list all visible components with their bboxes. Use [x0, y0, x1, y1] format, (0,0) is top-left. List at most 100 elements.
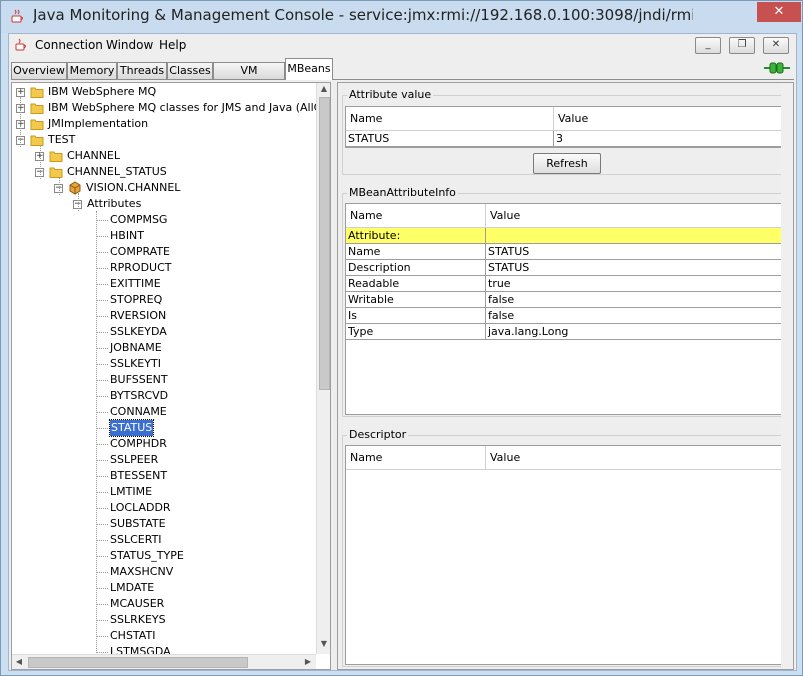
tree-node-attribute[interactable]: SUBSTATE — [12, 516, 316, 532]
tree-node-attribute[interactable]: BTESSENT — [12, 468, 316, 484]
scroll-left-arrow-icon[interactable]: ◀ — [13, 657, 25, 666]
tree-node-attribute[interactable]: SSLPEER — [12, 452, 316, 468]
tree-node-vision-channel[interactable]: VISION.CHANNEL — [12, 180, 316, 196]
col-header-value[interactable]: Value — [486, 446, 786, 470]
details-scrollbar[interactable] — [781, 83, 793, 669]
attribute-value-title: Attribute value — [347, 88, 434, 101]
tree-node-attribute[interactable]: BUFSSENT — [12, 372, 316, 388]
col-header-value[interactable]: Value — [486, 204, 786, 228]
tree-node-label: SSLKEYDA — [110, 325, 167, 338]
tree-node-label: MAXSHCNV — [110, 565, 174, 578]
info-name-cell: Name — [346, 244, 486, 260]
tree-node-label: TEST — [48, 133, 76, 146]
tree-node-channel-status[interactable]: CHANNEL_STATUS — [12, 164, 316, 180]
tree-horizontal-scrollbar[interactable]: ◀ ▶ — [12, 654, 316, 669]
app-window: Java Monitoring & Management Console - s… — [0, 0, 803, 676]
tree-hscroll-thumb[interactable] — [28, 657, 248, 668]
tree-node-attribute[interactable]: MCAUSER — [12, 596, 316, 612]
tree-node-label: COMPRATE — [110, 245, 171, 258]
tab-mbeans[interactable]: MBeans — [285, 58, 333, 80]
tree-node-label: STATUS — [108, 419, 155, 437]
attribute-value-cell[interactable]: 3 — [554, 131, 786, 147]
menu-window[interactable]: Window — [106, 38, 153, 52]
descriptor-group: Descriptor Name Value — [342, 428, 788, 667]
tree-node-label: STATUS_TYPE — [110, 549, 184, 562]
tree-node-attribute[interactable]: RVERSION — [12, 308, 316, 324]
tree-node-attribute[interactable]: EXITTIME — [12, 276, 316, 292]
tree-node-attribute[interactable]: SSLKEYTI — [12, 356, 316, 372]
tree-node-channel[interactable]: CHANNEL — [12, 148, 316, 164]
tree-node-test[interactable]: TEST — [12, 132, 316, 148]
info-name-cell: Writable — [346, 292, 486, 308]
tree-node-attribute[interactable]: SSLCERTI — [12, 532, 316, 548]
menu-help[interactable]: Help — [159, 38, 186, 52]
restore-button[interactable]: ❐ — [729, 37, 755, 54]
tree-node-attribute[interactable]: LMTIME — [12, 484, 316, 500]
minimize-button[interactable]: _ — [695, 37, 721, 54]
tree-node-label: SUBSTATE — [110, 517, 166, 530]
info-value-cell: STATUS — [486, 244, 786, 260]
tree-node-label: BTESSENT — [110, 469, 168, 482]
tree-node-label: HBINT — [110, 229, 145, 242]
info-value-cell — [486, 228, 786, 244]
tree-node-attribute[interactable]: STOPREQ — [12, 292, 316, 308]
tree-node-label: IBM WebSphere MQ — [48, 85, 157, 98]
info-name-cell: Description — [346, 260, 486, 276]
mbean-tree[interactable]: + IBM WebSphere MQ + IBM WebSphere MQ class… — [11, 82, 331, 670]
tree-node-attribute[interactable]: SSLKEYDA — [12, 324, 316, 340]
tree-node-label: BYTSRCVD — [110, 389, 169, 402]
tab-vm-summary[interactable]: VM Summary — [213, 62, 285, 92]
tree-node-attributes[interactable]: Attributes — [12, 196, 316, 212]
tree-node-attribute[interactable]: COMPMSG — [12, 212, 316, 228]
tree-node-attribute[interactable]: STATUS_TYPE — [12, 548, 316, 564]
tree-scroll-thumb[interactable] — [319, 97, 330, 390]
info-name-cell: Attribute: — [346, 228, 486, 244]
scroll-down-arrow-icon[interactable]: ▼ — [318, 639, 330, 648]
client-area: Connection Window Help _ ❐ ✕ Overview Me… — [8, 33, 797, 671]
menu-connection[interactable]: Connection — [35, 38, 103, 52]
mbean-attribute-info-table: Name Value Attribute: Name STATUS Descripti… — [345, 203, 787, 415]
tree-node-attribute[interactable]: CONNAME — [12, 404, 316, 420]
tree-node-label: STOPREQ — [110, 293, 163, 306]
descriptor-table: Name Value — [345, 445, 787, 665]
refresh-button[interactable]: Refresh — [533, 153, 601, 174]
tree-node-attribute[interactable]: CHSTATI — [12, 628, 316, 644]
col-header-name[interactable]: Name — [346, 204, 486, 228]
tree-node-attribute[interactable]: HBINT — [12, 228, 316, 244]
tree-node-label: CHANNEL — [67, 149, 121, 162]
tree-node-attribute[interactable]: STATUS — [12, 419, 316, 437]
col-header-value[interactable]: Value — [554, 107, 786, 131]
tab-classes[interactable]: Classes — [167, 62, 213, 79]
info-value-cell: false — [486, 292, 786, 308]
tree-node-label: JOBNAME — [110, 341, 162, 354]
tree-node-attribute[interactable]: MAXSHCNV — [12, 564, 316, 580]
tree-node-attribute[interactable]: COMPHDR — [12, 436, 316, 452]
scroll-right-arrow-icon[interactable]: ▶ — [302, 657, 314, 666]
tree-node-attribute[interactable]: COMPRATE — [12, 244, 316, 260]
tree-node-ibm-mq-jms[interactable]: IBM WebSphere MQ classes for JMS and Jav… — [12, 100, 330, 116]
tree-node-attribute[interactable]: RPRODUCT — [12, 260, 316, 276]
tab-overview[interactable]: Overview — [11, 62, 67, 79]
col-header-name[interactable]: Name — [346, 107, 554, 131]
tree-node-label: LMTIME — [110, 485, 153, 498]
inner-close-button[interactable]: ✕ — [763, 37, 789, 54]
tree-node-attribute[interactable]: BYTSRCVD — [12, 388, 316, 404]
tab-memory[interactable]: Memory — [67, 62, 117, 79]
java-cup-icon — [15, 38, 26, 51]
tree-node-jmimplementation[interactable]: JMImplementation — [12, 116, 316, 132]
tree-node-label: CHANNEL_STATUS — [67, 165, 167, 178]
col-header-name[interactable]: Name — [346, 446, 486, 470]
tab-threads[interactable]: Threads — [117, 62, 167, 79]
scroll-up-arrow-icon[interactable]: ▲ — [318, 84, 330, 93]
window-close-button[interactable]: ✕ — [757, 2, 801, 22]
tree-node-label: IBM WebSphere MQ classes for JMS and Jav… — [48, 101, 331, 114]
tree-node-attribute[interactable]: JOBNAME — [12, 340, 316, 356]
tree-node-ibm-websphere-mq[interactable]: IBM WebSphere MQ — [12, 84, 316, 100]
tree-node-attribute[interactable]: LMDATE — [12, 580, 316, 596]
tree-node-attribute[interactable]: LOCLADDR — [12, 500, 316, 516]
mbean-attribute-info-group: MBeanAttributeInfo Name Value Attribute:… — [342, 186, 788, 417]
tree-vertical-scrollbar[interactable]: ▲ ▼ — [316, 83, 330, 654]
tree-node-label: SSLRKEYS — [110, 613, 166, 626]
tree-node-attribute[interactable]: SSLRKEYS — [12, 612, 316, 628]
title-bar[interactable]: Java Monitoring & Management Console - s… — [1, 1, 802, 33]
